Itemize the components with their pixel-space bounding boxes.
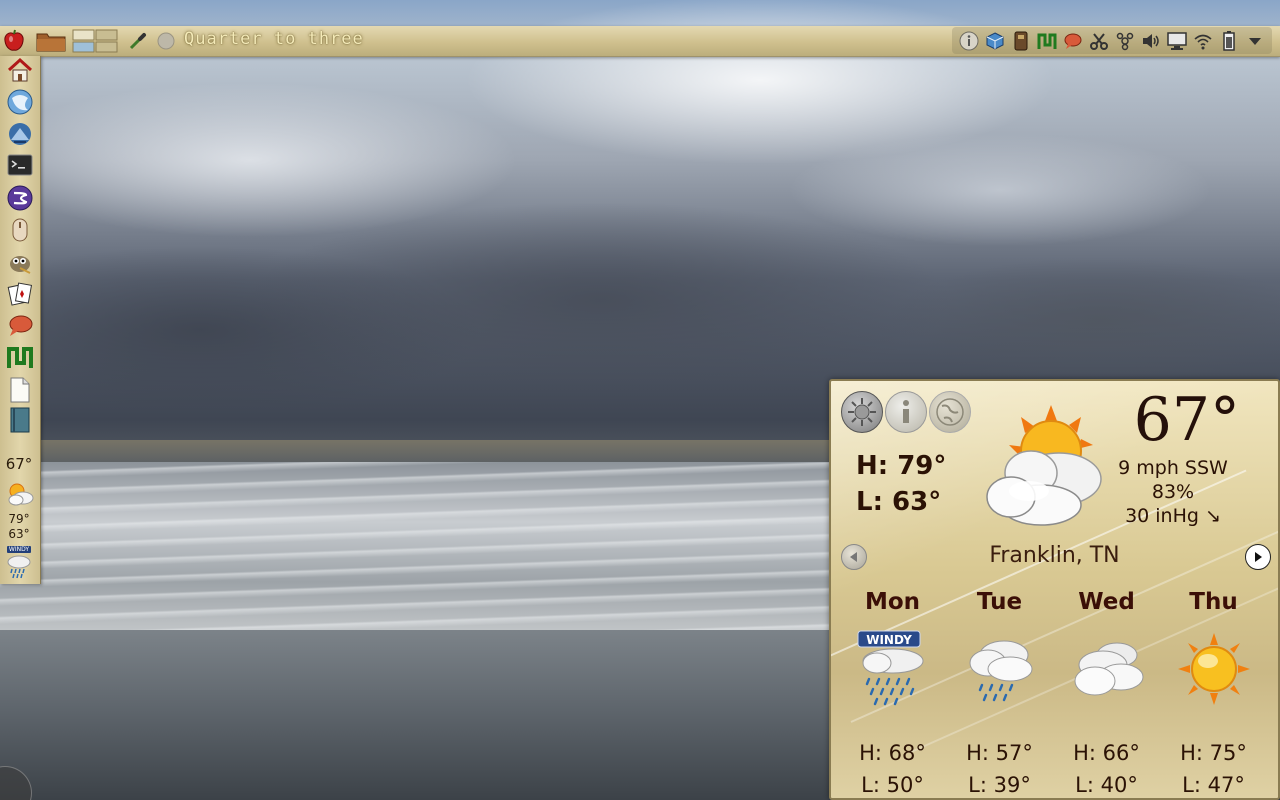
cards-icon[interactable] <box>6 280 34 308</box>
cloudy-icon <box>1053 629 1160 709</box>
menu-arrow-icon[interactable] <box>1244 30 1266 52</box>
dock-partly-cloudy-icon[interactable] <box>4 480 36 508</box>
forecast-low: L: 40° <box>1075 773 1138 797</box>
today-low: L: 63° <box>856 487 942 517</box>
globe-icon <box>936 398 964 426</box>
terminal-icon[interactable] <box>6 152 34 180</box>
forecast-day-thu: Thu H: 75° L: 47° <box>1160 589 1267 798</box>
forecast-low: L: 39° <box>968 773 1031 797</box>
location-name[interactable]: Franklin, TN <box>831 543 1278 568</box>
dot-icon[interactable] <box>154 29 178 53</box>
package-icon[interactable] <box>984 30 1006 52</box>
volume-icon[interactable] <box>1140 30 1162 52</box>
scissors-icon[interactable] <box>1088 30 1110 52</box>
weather-widget: 67° H: 79° L: 63° 9 mph SSW 83% 30 inHg … <box>829 379 1280 800</box>
emacs-icon[interactable] <box>6 184 34 212</box>
forecast-high: H: 68° <box>859 741 926 765</box>
forecast-day-wed: Wed H: 66° L: 40° <box>1053 589 1160 798</box>
forecast-low: L: 50° <box>861 773 924 797</box>
left-dock: 67° 79° 63° WINDY <box>0 56 41 584</box>
dock-high-temp: 79° <box>8 512 30 526</box>
workspace-switcher-icon[interactable] <box>72 29 118 53</box>
app-menu-icon[interactable] <box>2 29 26 53</box>
dock-low-temp: 63° <box>8 527 30 541</box>
info-icon[interactable] <box>958 30 980 52</box>
chat-icon[interactable] <box>6 312 34 340</box>
document-icon[interactable] <box>6 376 34 404</box>
next-location-button[interactable] <box>1245 544 1271 570</box>
display-icon[interactable] <box>1166 30 1188 52</box>
chat-icon[interactable] <box>1062 30 1084 52</box>
forecast-day-tue: Tue H: 57° L: 39° <box>946 589 1053 798</box>
humidity: 83% <box>1151 481 1195 503</box>
windy-badge-text: WINDY <box>866 633 912 647</box>
color-picker-icon[interactable] <box>126 29 150 53</box>
top-panel: Quarter to three <box>0 26 1280 57</box>
panel-clock-label[interactable]: Quarter to three <box>184 28 364 52</box>
forecast-day-label: Tue <box>976 589 1023 615</box>
forecast-high: H: 66° <box>1073 741 1140 765</box>
bluetooth-icon[interactable] <box>1114 30 1136 52</box>
forecast-day-mon: Mon WINDY H: 68° L: 50° <box>839 589 946 798</box>
thunderbird-icon[interactable] <box>6 120 34 148</box>
notebook-icon[interactable] <box>6 406 34 434</box>
browser-icon[interactable] <box>6 88 34 116</box>
home-icon[interactable] <box>6 56 34 84</box>
today-high: H: 79° <box>856 451 947 481</box>
forecast-high: H: 57° <box>966 741 1033 765</box>
system-tray <box>952 27 1272 54</box>
current-temperature: 67° <box>1133 385 1240 455</box>
info-icon <box>903 400 909 423</box>
forecast-day-label: Wed <box>1078 589 1135 615</box>
pressure: 30 inHg ↘ <box>1125 505 1221 527</box>
current-partly-cloudy-icon <box>969 401 1119 531</box>
graph-icon[interactable] <box>1036 30 1058 52</box>
sunny-icon <box>1160 629 1267 709</box>
dock-current-temp[interactable]: 67° <box>0 455 38 473</box>
forecast-high: H: 75° <box>1180 741 1247 765</box>
weather-info-button[interactable] <box>885 391 927 433</box>
weather-settings-button[interactable] <box>841 391 883 433</box>
graph-icon[interactable] <box>6 344 34 372</box>
battery-icon[interactable] <box>1218 30 1240 52</box>
rain-icon <box>946 629 1053 709</box>
weather-globe-button[interactable] <box>929 391 971 433</box>
folder-icon[interactable] <box>36 29 66 53</box>
arrow-right-icon <box>1255 552 1262 562</box>
usb-icon[interactable] <box>1010 30 1032 52</box>
forecast-day-label: Thu <box>1189 589 1238 615</box>
gimp-icon[interactable] <box>6 248 34 276</box>
windy-rain-icon: WINDY <box>839 629 946 709</box>
dock-windy-badge: WINDY <box>6 545 32 553</box>
dock-windy-rain-icon[interactable]: WINDY <box>2 544 36 580</box>
forecast-low: L: 47° <box>1182 773 1245 797</box>
mouse-icon[interactable] <box>6 216 34 244</box>
sun-settings-icon <box>848 398 876 426</box>
wind-speed: 9 mph SSW <box>1118 457 1228 479</box>
wifi-icon[interactable] <box>1192 30 1214 52</box>
forecast-day-label: Mon <box>864 589 921 615</box>
